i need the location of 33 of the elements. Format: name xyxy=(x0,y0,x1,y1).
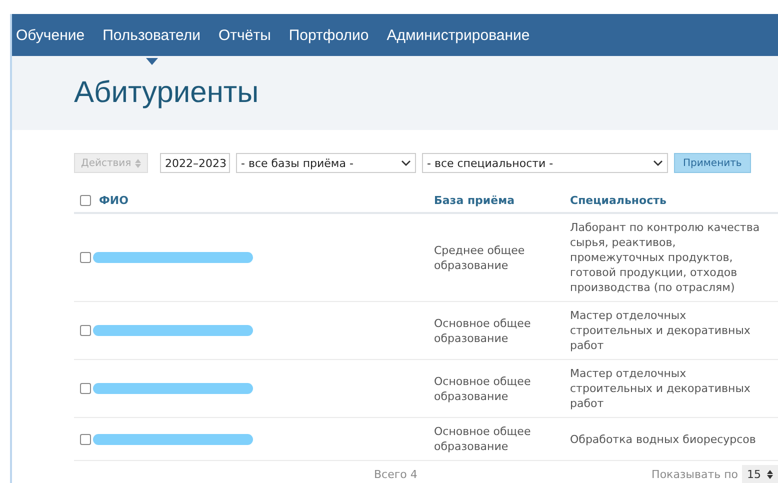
nav-tab[interactable]: Пользователи xyxy=(102,26,200,44)
table-cell-text: Мастер отделочных строительных и декоративных работ xyxy=(570,366,752,411)
column-header[interactable]: База приёма xyxy=(434,194,570,206)
column-header[interactable]: ФИО xyxy=(99,194,128,206)
chevron-down-icon xyxy=(653,160,663,166)
sort-arrows-icon xyxy=(135,158,141,168)
nav-tab[interactable]: Обучение xyxy=(16,26,85,44)
year-select[interactable]: 2022–2023 xyxy=(160,153,230,173)
table-cell-text: Основное общее образование xyxy=(434,374,532,404)
row-checkbox[interactable] xyxy=(80,434,91,444)
row-checkbox[interactable] xyxy=(80,325,91,336)
nav-tab[interactable]: Отчёты xyxy=(218,26,271,44)
apply-button[interactable]: Применить xyxy=(674,153,751,173)
table-cell-text: Лаборант по контролю качества сырья, реактивов, промежуточных продуктов, готовой продукции, отходов производства (по отраслям) xyxy=(570,220,761,295)
table-cell-text: Основное общее образование xyxy=(434,424,532,454)
sort-arrows-icon xyxy=(767,470,773,478)
nav-tab[interactable]: Администрирование xyxy=(386,26,530,44)
per-page-select[interactable]: 15 xyxy=(742,464,778,483)
select-all-checkbox[interactable] xyxy=(80,194,91,206)
row-checkbox[interactable] xyxy=(80,383,91,394)
chevron-down-icon xyxy=(401,160,411,166)
row-checkbox[interactable] xyxy=(80,252,91,263)
table-cell-text: Основное общее образование xyxy=(434,316,532,346)
table-cell-text: Мастер отделочных строительных и декоративных работ xyxy=(570,308,752,353)
column-header[interactable]: Специальность xyxy=(570,194,778,206)
per-page-label: Показывать по xyxy=(652,468,738,480)
nav-tab[interactable]: Портфолио xyxy=(288,26,369,44)
table-cell-text: Обработка водных биоресурсов xyxy=(570,432,757,446)
base-select[interactable]: - все базы приёма - xyxy=(236,153,416,173)
page-title: Абитуриенты xyxy=(74,76,259,110)
specialty-select[interactable]: - все специальности - xyxy=(422,153,668,173)
total-count: Всего 4 xyxy=(374,468,418,480)
table-cell-text: Среднее общее образование xyxy=(434,242,526,272)
